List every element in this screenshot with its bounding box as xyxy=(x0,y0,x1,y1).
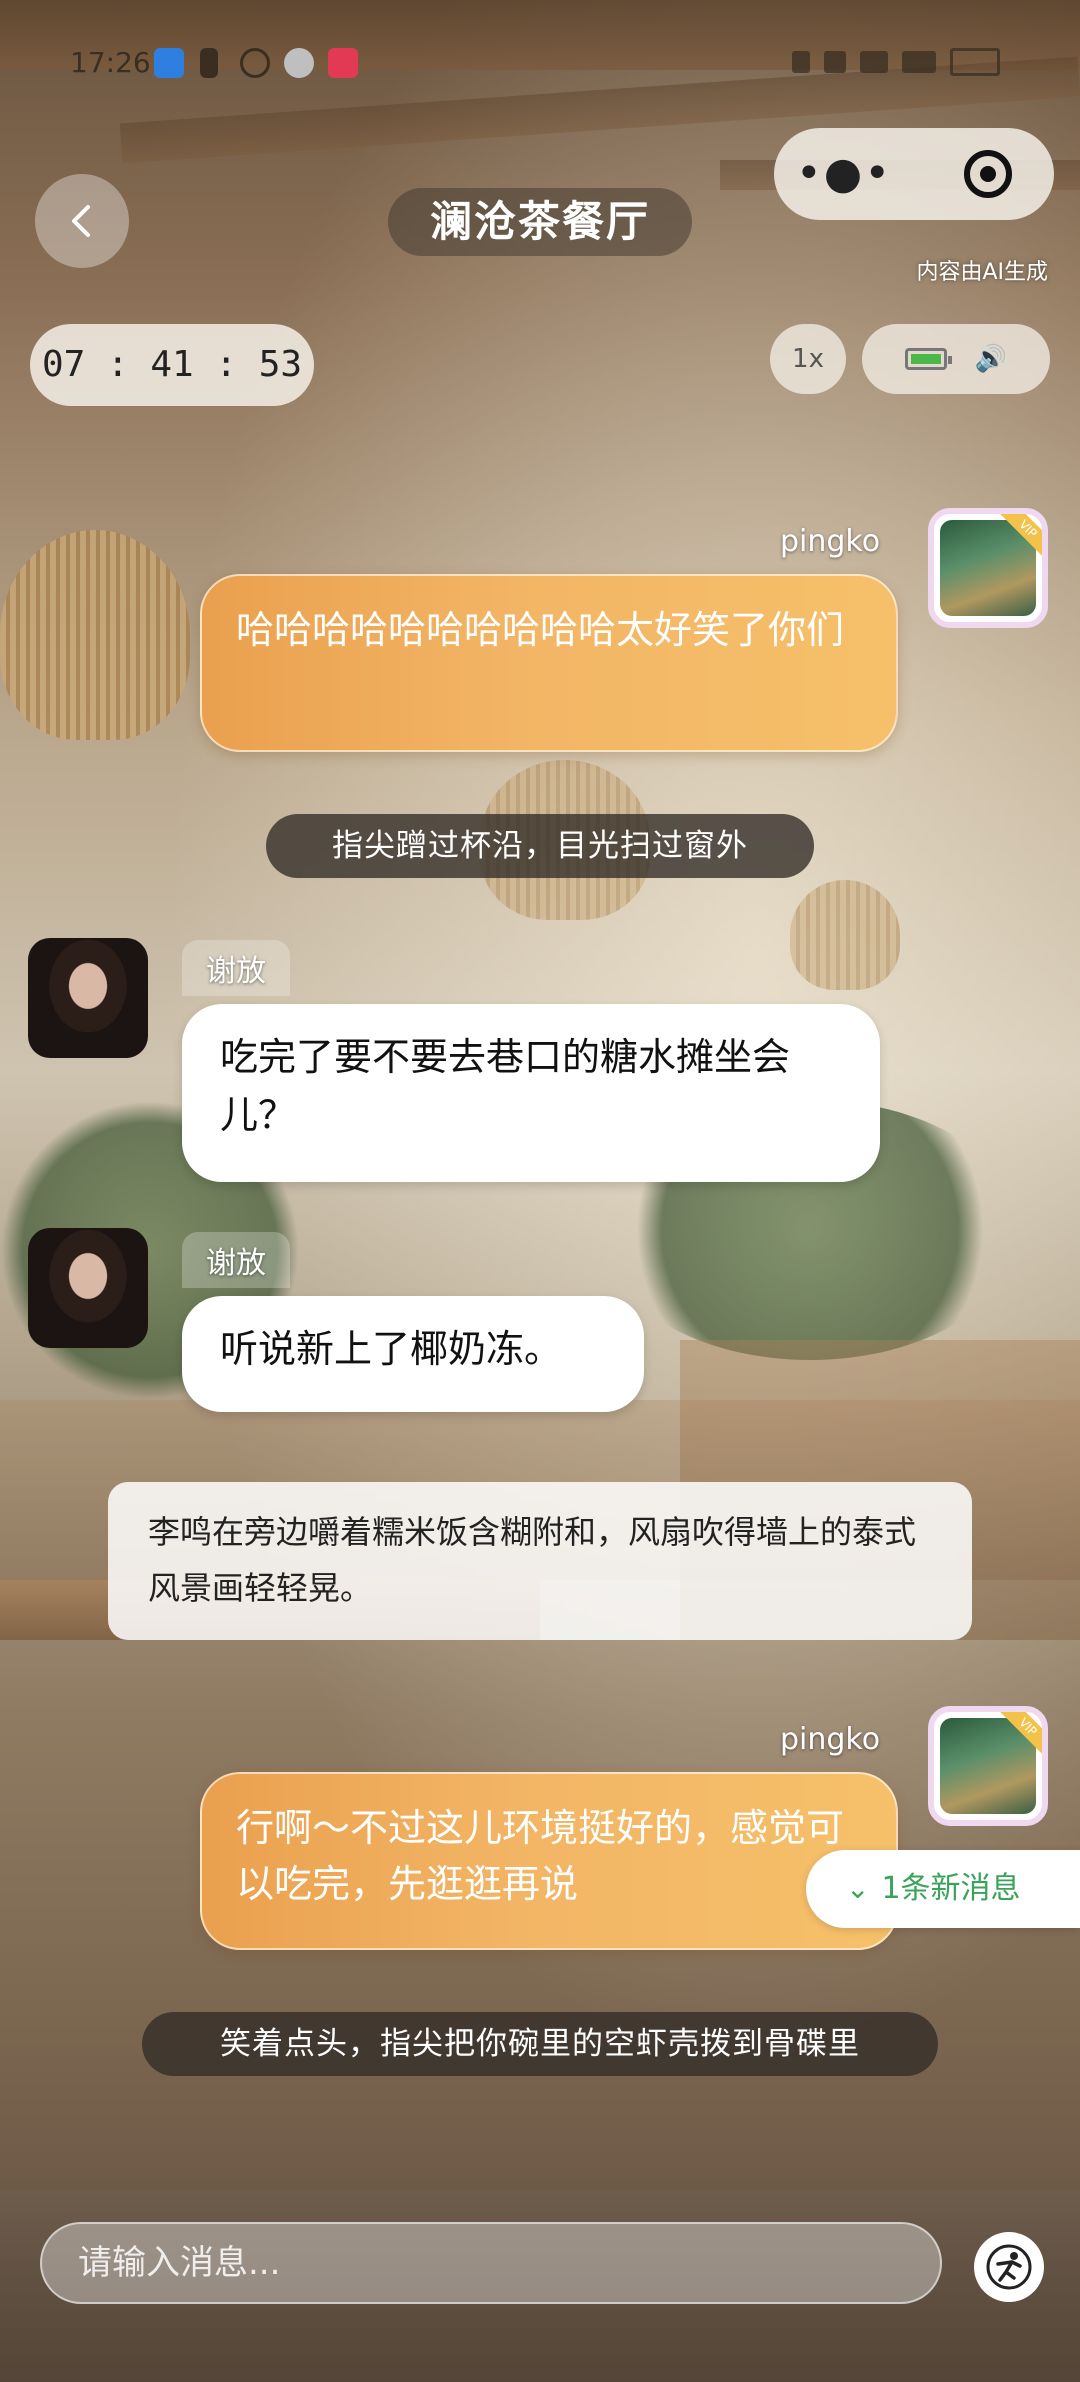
page-title: 澜沧茶餐厅 xyxy=(388,188,692,256)
sender-name: 谢放 xyxy=(182,940,290,996)
media-controls: 🔊 xyxy=(862,324,1050,394)
mini-program-capsule: •●• xyxy=(774,128,1054,220)
double-chevron-down-icon: ⌄ xyxy=(846,1872,870,1905)
game-app-icon xyxy=(328,48,358,78)
hotspot-icon xyxy=(240,48,270,78)
app-notification-icon xyxy=(154,48,184,78)
back-button[interactable] xyxy=(35,174,129,268)
user-message-bubble: 哈哈哈哈哈哈哈哈哈哈太好笑了你们 xyxy=(200,574,898,752)
ai-generated-note: 内容由AI生成 xyxy=(916,260,1048,285)
user-message-bubble: 行啊～不过这儿环境挺好的，感觉可以吃完，先逛逛再说 xyxy=(200,1772,898,1950)
action-button[interactable] xyxy=(974,2232,1044,2302)
target-close-icon[interactable] xyxy=(964,150,1012,198)
status-time: 17:26 xyxy=(70,46,151,79)
sender-name: pingko xyxy=(780,524,881,559)
speed-button[interactable]: 1x xyxy=(770,324,846,394)
user-avatar[interactable]: VIP xyxy=(928,508,1048,628)
more-dots-icon[interactable]: •●• xyxy=(774,128,914,220)
new-message-label: 1条新消息 xyxy=(881,1871,1021,1906)
battery-status-icon xyxy=(950,48,1000,76)
narration-text: 指尖蹭过杯沿，目光扫过窗外 xyxy=(266,814,814,878)
system-indicators xyxy=(792,48,1000,76)
npc-avatar[interactable] xyxy=(28,1228,148,1348)
nfc-icon xyxy=(792,51,810,73)
narration-text: 笑着点头，指尖把你碗里的空虾壳拨到骨碟里 xyxy=(142,2012,938,2076)
new-message-tip[interactable]: ⌄ 1条新消息 xyxy=(806,1850,1080,1928)
narration-box: 李鸣在旁边嚼着糯米饭含糊附和，风扇吹得墙上的泰式风景画轻轻晃。 xyxy=(108,1482,972,1640)
app-icon xyxy=(284,48,314,78)
vibrate-icon xyxy=(824,51,846,73)
user-avatar[interactable]: VIP xyxy=(928,1706,1048,1826)
sender-name: 谢放 xyxy=(182,1232,290,1288)
message-input[interactable] xyxy=(40,2222,942,2304)
figure-icon xyxy=(986,2244,1032,2290)
signal-icon xyxy=(902,51,936,73)
status-bar: 17:26 xyxy=(70,44,1040,84)
countdown-timer: 07 : 41 : 53 xyxy=(30,324,314,406)
chevron-left-icon xyxy=(72,205,90,237)
npc-message-bubble: 吃完了要不要去巷口的糖水摊坐会儿？ xyxy=(182,1004,880,1182)
sender-name: pingko xyxy=(780,1722,881,1757)
sim-icon xyxy=(200,48,218,78)
npc-message-bubble: 听说新上了椰奶冻。 xyxy=(182,1296,644,1412)
npc-avatar[interactable] xyxy=(28,938,148,1058)
battery-icon[interactable] xyxy=(904,348,952,370)
speaker-icon[interactable]: 🔊 xyxy=(975,344,1007,374)
wifi-icon xyxy=(860,51,888,73)
